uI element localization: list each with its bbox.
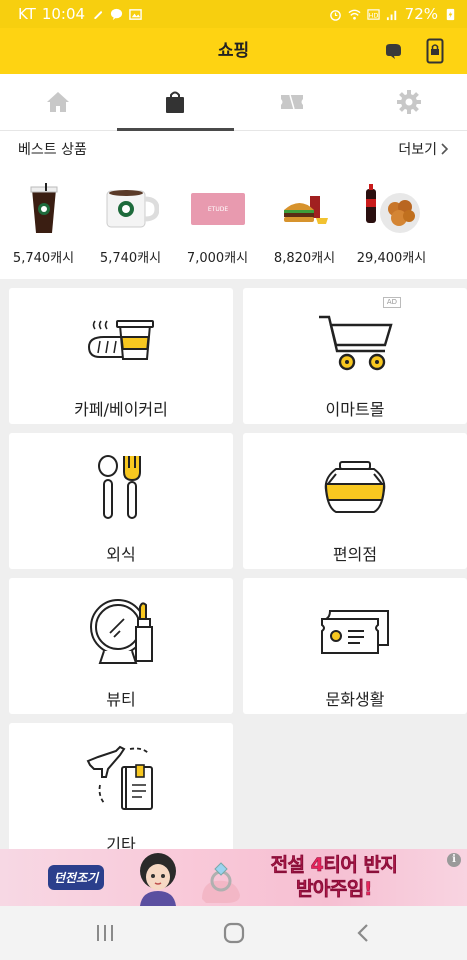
product-price: 5,740캐시 xyxy=(12,251,75,266)
notification-icon xyxy=(93,10,103,19)
category-cafe-bakery[interactable]: 카페/베이커리 xyxy=(9,288,233,424)
home-button[interactable] xyxy=(214,913,254,953)
iced-coffee-image xyxy=(12,181,76,237)
category-culture[interactable]: 문화생활 xyxy=(243,578,467,714)
home-circle-icon xyxy=(223,922,244,944)
game-logo: 던전조기 xyxy=(48,865,105,890)
megaphone-icon xyxy=(386,44,401,59)
signal-icon xyxy=(386,10,396,20)
banner-line-1: 전설 4티어 반지 xyxy=(270,854,398,877)
category-beauty[interactable]: 뷰티 xyxy=(9,578,233,714)
category-label: 이마트몰 xyxy=(325,400,385,419)
clock: 10:04 xyxy=(41,5,86,23)
gear-icon xyxy=(396,90,421,114)
tab-ticket[interactable] xyxy=(234,74,351,130)
banner-line-2: 받아주임! xyxy=(295,878,373,901)
recent-apps-icon xyxy=(96,925,113,941)
product-price: 5,740캐시 xyxy=(99,251,162,266)
svg-text:ETUDE: ETUDE xyxy=(207,206,227,213)
ad-info-icon[interactable]: i xyxy=(447,853,461,867)
main-tab-bar xyxy=(0,74,467,131)
product-item[interactable]: 5,740캐시 xyxy=(0,167,87,266)
tab-home[interactable] xyxy=(0,74,117,130)
home-icon xyxy=(47,92,70,112)
ring-image xyxy=(202,862,240,903)
battery-icon xyxy=(446,8,455,20)
product-item[interactable]: 8,820캐시 xyxy=(261,167,348,266)
best-products-section: 베스트 상품 더보기 5,740캐시 5,740캐시 ETUDE 7,000캐시 xyxy=(0,131,467,279)
lock-icon xyxy=(426,38,444,64)
battery-percent: 72% xyxy=(404,5,438,23)
cafe-bakery-icon xyxy=(61,306,181,378)
spoon-fork-icon xyxy=(61,451,181,523)
status-bar: KT 10:04 HD 72% xyxy=(0,0,467,28)
product-price: 29,400캐시 xyxy=(356,251,427,266)
system-nav-bar xyxy=(0,906,467,960)
back-icon xyxy=(356,924,368,942)
category-dining[interactable]: 외식 xyxy=(9,433,233,569)
cart-icon xyxy=(295,306,415,378)
jar-icon xyxy=(295,451,415,523)
category-label: 문화생활 xyxy=(325,690,385,709)
ticket-icon xyxy=(280,94,303,110)
chevron-right-icon xyxy=(441,143,449,155)
product-item[interactable]: 5,740캐시 xyxy=(87,167,174,266)
category-emart-mall[interactable]: AD 이마트몰 xyxy=(243,288,467,424)
category-label: 카페/베이커리 xyxy=(74,400,168,419)
culture-ticket-icon xyxy=(295,596,415,668)
more-label: 더보기 xyxy=(398,142,437,158)
tab-shopping[interactable] xyxy=(116,74,234,131)
category-label: 외식 xyxy=(106,545,136,564)
product-price: 7,000캐시 xyxy=(186,251,249,266)
gift-card-image: ETUDE xyxy=(186,181,250,237)
product-item[interactable]: ETUDE 7,000캐시 xyxy=(174,167,261,266)
category-label: 뷰티 xyxy=(106,690,136,709)
burger-set-image xyxy=(273,181,337,237)
alarm-icon xyxy=(329,9,341,21)
recent-apps-button[interactable] xyxy=(85,913,125,953)
ad-banner[interactable]: 던전조기 전설 4티어 반지 받아주임! i xyxy=(0,849,467,906)
category-convenience-store[interactable]: 편의점 xyxy=(243,433,467,569)
back-button[interactable] xyxy=(343,913,383,953)
carrier-label: KT xyxy=(18,5,36,23)
lock-button[interactable] xyxy=(421,37,449,65)
app-header: 쇼핑 xyxy=(0,28,467,74)
banner-headline: 전설 4티어 반지 받아주임! xyxy=(254,853,414,901)
tab-settings[interactable] xyxy=(350,74,467,130)
more-link[interactable]: 더보기 xyxy=(398,139,449,159)
mirror-lipstick-icon xyxy=(61,596,181,668)
product-price: 8,820캐시 xyxy=(273,251,336,266)
wifi-icon xyxy=(348,9,361,20)
ad-badge: AD xyxy=(382,297,401,308)
category-etc[interactable]: 기타 xyxy=(9,723,233,859)
hd-icon: HD xyxy=(367,8,380,20)
category-label: 편의점 xyxy=(332,545,378,564)
svg-text:HD: HD xyxy=(368,11,378,19)
character-image xyxy=(140,853,176,906)
notice-button[interactable] xyxy=(380,37,408,65)
shopping-bag-icon xyxy=(166,91,185,113)
product-item[interactable]: 29,400캐시 xyxy=(348,167,435,266)
hot-coffee-mug-image xyxy=(99,181,163,237)
plane-book-icon xyxy=(61,741,181,813)
chicken-cola-image xyxy=(360,181,424,237)
section-title: 베스트 상품 xyxy=(18,142,87,158)
chat-icon xyxy=(111,8,123,20)
image-icon xyxy=(129,8,142,20)
